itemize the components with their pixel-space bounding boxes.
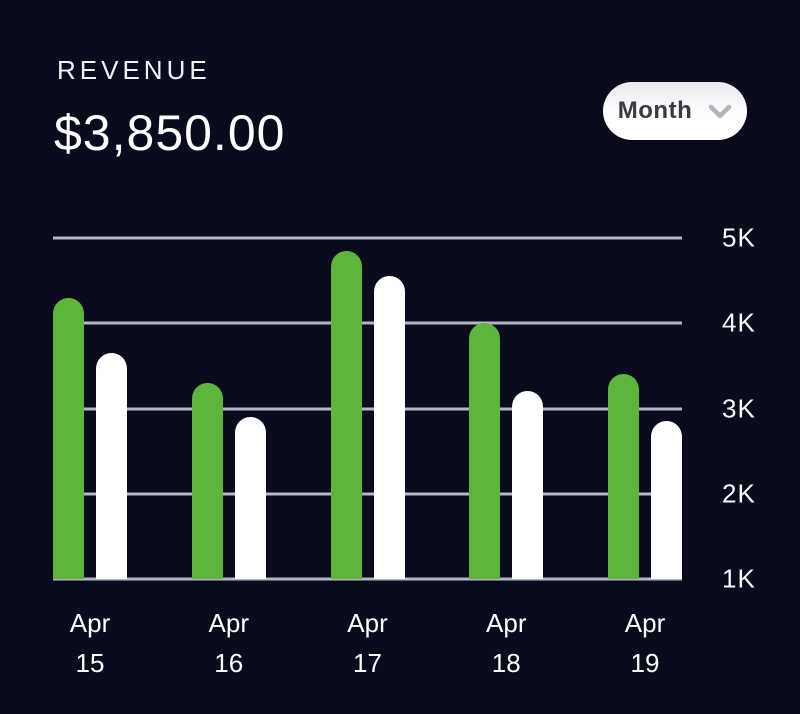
bar-group	[192, 238, 266, 579]
y-axis-tick-label: 2K	[722, 478, 756, 509]
green-bar[interactable]	[192, 383, 223, 579]
x-axis-label: Apr15	[53, 603, 127, 683]
y-axis-tick-label: 5K	[722, 223, 756, 254]
x-axis-labels: Apr15 Apr16 Apr17 Apr18 Apr19	[53, 603, 682, 683]
y-axis-tick-label: 3K	[722, 393, 756, 424]
y-axis-tick-label: 1K	[722, 564, 756, 595]
white-bar[interactable]	[651, 421, 682, 579]
chart-bars	[53, 238, 682, 579]
y-axis-tick-label: 4K	[722, 308, 756, 339]
x-axis-label: Apr19	[608, 603, 682, 683]
green-bar[interactable]	[53, 298, 84, 579]
x-axis-label: Apr16	[192, 603, 266, 683]
bar-chart: Apr15Apr16Apr17Apr18Apr19 5K4K3K2K1K	[53, 238, 682, 579]
bar-group	[608, 238, 682, 579]
white-bar[interactable]	[96, 353, 127, 579]
x-axis-label: Apr17	[331, 603, 405, 683]
green-bar[interactable]	[331, 251, 362, 579]
green-bar[interactable]	[608, 374, 639, 579]
green-bar[interactable]	[469, 323, 500, 579]
white-bar[interactable]	[235, 417, 266, 579]
x-axis-label: Apr18	[469, 603, 543, 683]
revenue-total-value: $3,850.00	[54, 104, 285, 162]
white-bar[interactable]	[512, 391, 543, 579]
period-dropdown[interactable]: Month	[603, 82, 747, 140]
page-title: REVENUE	[57, 55, 211, 86]
bar-group	[53, 238, 127, 579]
bar-group	[469, 238, 543, 579]
revenue-card: REVENUE $3,850.00 Month Apr15Apr16Apr17A…	[0, 0, 800, 714]
chevron-down-icon	[708, 104, 732, 119]
white-bar[interactable]	[374, 276, 405, 579]
period-dropdown-label: Month	[618, 97, 692, 125]
bar-group	[331, 238, 405, 579]
